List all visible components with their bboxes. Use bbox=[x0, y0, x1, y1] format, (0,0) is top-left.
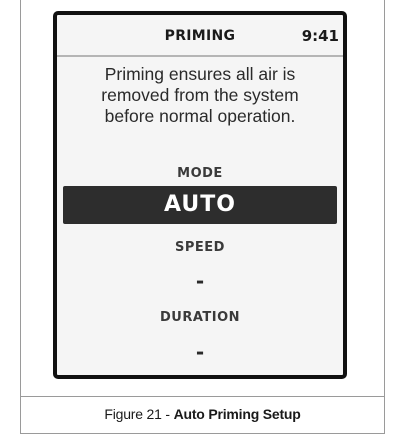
speed-label: SPEED bbox=[175, 240, 225, 255]
description-line-3: before normal operation. bbox=[104, 106, 296, 126]
mode-label: MODE bbox=[177, 166, 223, 181]
caption-title: Auto Priming Setup bbox=[173, 406, 301, 422]
device-screen: PRIMING 9:41 Priming ensures all air is … bbox=[53, 11, 347, 379]
duration-label: DURATION bbox=[159, 310, 241, 325]
screen-title: PRIMING bbox=[164, 28, 236, 44]
figure-caption: Figure 21 - Auto Priming Setup bbox=[20, 406, 385, 422]
duration-value[interactable]: - bbox=[57, 340, 343, 364]
speed-value[interactable]: - bbox=[57, 269, 343, 293]
screen-header: PRIMING 9:41 bbox=[57, 15, 343, 57]
description-line-2: removed from the system bbox=[101, 85, 299, 105]
caption-prefix: Figure 21 - bbox=[104, 406, 174, 422]
clock-time: 9:41 bbox=[301, 27, 339, 45]
caption-divider bbox=[20, 396, 385, 397]
description-line-1: Priming ensures all air is bbox=[104, 64, 296, 84]
priming-description: Priming ensures all air is removed from … bbox=[63, 64, 337, 127]
mode-selector[interactable]: AUTO bbox=[63, 186, 337, 224]
